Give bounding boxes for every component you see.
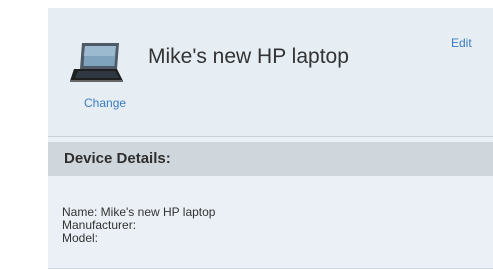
- device-name-title: Mike's new HP laptop: [148, 45, 349, 68]
- device-header: Change Mike's new HP laptop Edit: [48, 8, 493, 136]
- edit-device-link[interactable]: Edit: [451, 36, 472, 50]
- details-heading: Device Details:: [64, 150, 171, 167]
- change-device-icon-link[interactable]: Change: [84, 96, 126, 110]
- laptop-icon: [66, 39, 126, 87]
- header-divider: [48, 136, 493, 137]
- device-details-list: Name: Mike's new HP laptop Manufacturer:…: [62, 206, 215, 245]
- details-header: Device Details:: [48, 142, 493, 176]
- detail-row-model: Model:: [62, 231, 99, 245]
- device-panel: Change Mike's new HP laptop Edit Device …: [48, 8, 493, 269]
